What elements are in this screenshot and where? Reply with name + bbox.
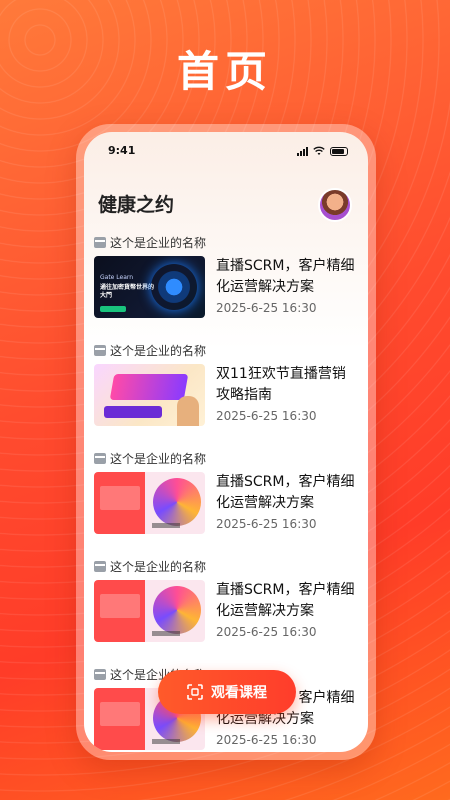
company-row: 这个是企业的名称 [94, 450, 206, 466]
shop-icon [94, 452, 106, 464]
poster-text-block [100, 594, 140, 618]
company-name: 这个是企业的名称 [110, 343, 207, 358]
course-time: 2025-6-25 16:30 [216, 625, 317, 639]
course-thumbnail[interactable] [94, 580, 205, 642]
course-time: 2025-6-25 16:30 [216, 409, 317, 423]
status-bar: 9:41 [102, 144, 350, 160]
course-time: 2025-6-25 16:30 [216, 301, 317, 315]
scan-icon [187, 684, 203, 700]
swirl-graphic [153, 478, 201, 526]
phone-screen: 9:41 健康之约 这个是企业的名称 Gate Learn 通往加密貨幣世界的大… [84, 132, 368, 752]
shop-icon [94, 236, 106, 248]
shop-icon [94, 560, 106, 572]
course-title[interactable]: 直播SCRM，客户精细化运营解决方案 [216, 472, 358, 514]
banner-graphic [109, 374, 189, 400]
company-row: 这个是企业的名称 [94, 234, 206, 250]
status-time: 9:41 [108, 144, 136, 157]
battery-icon [330, 146, 348, 156]
company-name: 这个是企业的名称 [110, 559, 207, 574]
course-thumbnail[interactable] [94, 364, 205, 426]
poster-text-block [100, 486, 140, 510]
shop-icon [94, 668, 106, 680]
company-name: 这个是企业的名称 [110, 235, 207, 250]
watch-course-label: 观看课程 [211, 685, 267, 701]
page-headline: 首页 [176, 47, 273, 96]
shop-icon [94, 344, 106, 356]
poster-date-bar [152, 739, 180, 744]
watch-course-button[interactable]: 观看课程 [158, 670, 296, 714]
signal-icon [297, 146, 308, 156]
presenter-graphic [177, 396, 199, 426]
strip-graphic [104, 406, 162, 418]
poster-text-block [100, 702, 140, 726]
poster-date-bar [152, 631, 180, 636]
course-title[interactable]: 双11狂欢节直播营销攻略指南 [216, 364, 358, 406]
logo-graphic [151, 264, 197, 310]
company-row: 这个是企业的名称 [94, 558, 206, 574]
course-title[interactable]: 直播SCRM，客户精细化运营解决方案 [216, 580, 358, 622]
poster-date-bar [152, 523, 180, 528]
thumb-subtitle: 通往加密貨幣世界的大門 [100, 284, 155, 299]
company-row: 这个是企业的名称 [94, 342, 206, 358]
course-thumbnail[interactable]: Gate Learn 通往加密貨幣世界的大門 [94, 256, 205, 318]
phone-frame: 9:41 健康之约 这个是企业的名称 Gate Learn 通往加密貨幣世界的大… [76, 124, 376, 760]
wifi-icon [313, 146, 325, 155]
list-item[interactable]: 这个是企业的名称 直播SCRM，客户精细化运营解决方案 2025-6-25 16… [94, 450, 360, 558]
swirl-graphic [153, 586, 201, 634]
company-name: 这个是企业的名称 [110, 451, 207, 466]
status-icons [297, 146, 348, 156]
app-title: 健康之约 [98, 194, 175, 216]
course-thumbnail[interactable] [94, 472, 205, 534]
list-item[interactable]: 这个是企业的名称 双11狂欢节直播营销攻略指南 2025-6-25 16:30 [94, 342, 360, 450]
list-item[interactable]: 这个是企业的名称 Gate Learn 通往加密貨幣世界的大門 直播SCRM，客… [94, 234, 360, 342]
course-title[interactable]: 直播SCRM，客户精细化运营解决方案 [216, 256, 358, 298]
course-time: 2025-6-25 16:30 [216, 733, 317, 747]
thumb-title: Gate Learn [100, 274, 134, 281]
list-item[interactable]: 这个是企业的名称 直播SCRM，客户精细化运营解决方案 2025-6-25 16… [94, 558, 360, 666]
course-time: 2025-6-25 16:30 [216, 517, 317, 531]
avatar[interactable] [318, 188, 352, 222]
thumb-button-decoration [100, 306, 126, 312]
